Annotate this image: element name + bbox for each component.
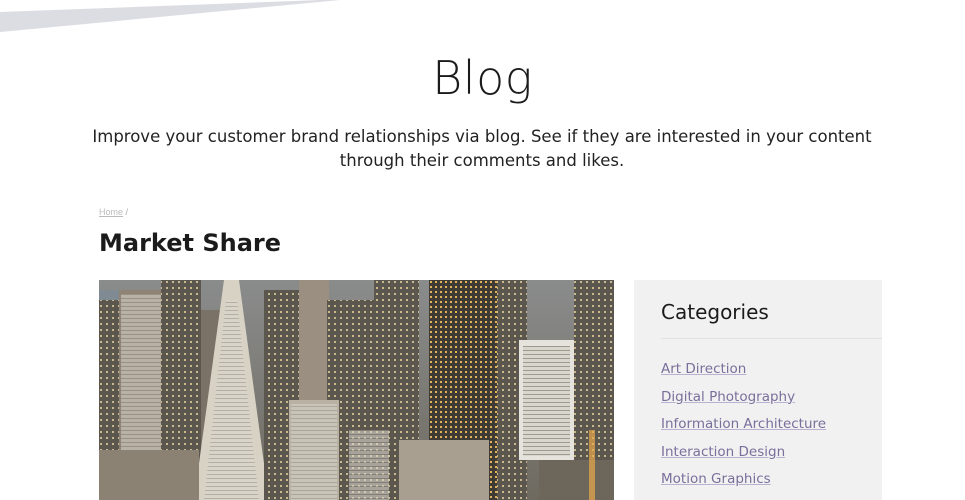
breadcrumb-home-link[interactable]: Home	[99, 207, 123, 217]
post-featured-image[interactable]	[99, 280, 614, 500]
categories-title: Categories	[661, 300, 769, 324]
list-item: Digital Photography	[661, 386, 826, 414]
list-item: Art Direction	[661, 358, 826, 386]
category-link-digital-photography[interactable]: Digital Photography	[661, 389, 795, 405]
page-subtitle: Improve your customer brand relationship…	[92, 127, 872, 170]
categories-widget: Categories Art Direction Digital Photogr…	[634, 280, 882, 500]
list-item: Interaction Design	[661, 441, 826, 469]
category-link-motion-graphics[interactable]: Motion Graphics	[661, 471, 771, 487]
page-title: Blog	[432, 51, 533, 105]
category-link-information-architecture[interactable]: Information Architecture	[661, 416, 826, 432]
post-title: Market Share	[99, 229, 282, 257]
list-item: Motion Graphics	[661, 468, 826, 496]
list-item: Information Architecture	[661, 413, 826, 441]
categories-list: Art Direction Digital Photography Inform…	[661, 358, 826, 496]
breadcrumb: Home /	[99, 207, 128, 217]
city-skyline-image	[99, 280, 614, 500]
breadcrumb-separator: /	[125, 207, 129, 217]
decorative-stripe	[0, 0, 340, 32]
category-link-art-direction[interactable]: Art Direction	[661, 361, 746, 377]
categories-divider	[661, 338, 882, 339]
category-link-interaction-design[interactable]: Interaction Design	[661, 444, 785, 460]
